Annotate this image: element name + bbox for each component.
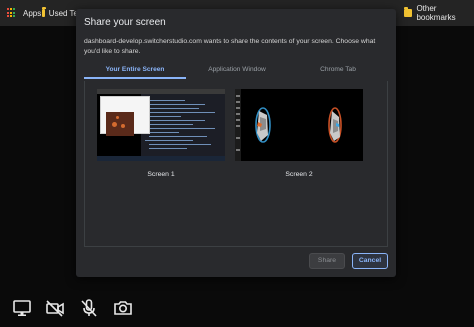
tab-label: Chrome Tab (320, 66, 356, 73)
screen-2-thumbnail (235, 89, 363, 161)
screen-1-label: Screen 1 (147, 171, 175, 178)
share-screen-dialog: Share your screen dashboard-develop.swit… (76, 9, 396, 277)
folder-icon (404, 7, 413, 17)
screen-1-thumbnail (97, 89, 225, 161)
tab-application-window[interactable]: Application Window (186, 65, 288, 79)
folder-icon (42, 7, 46, 17)
dialog-title: Share your screen (84, 17, 166, 28)
tab-chrome-tab[interactable]: Chrome Tab (288, 65, 388, 79)
bookmark-apps[interactable]: Apps (7, 6, 41, 20)
bookmark-used[interactable]: Used Te (42, 6, 78, 20)
share-button[interactable]: Share (309, 253, 345, 269)
bookmark-apps-label: Apps (23, 8, 42, 18)
tab-label: Your Entire Screen (105, 66, 165, 73)
tab-entire-screen[interactable]: Your Entire Screen (84, 65, 186, 79)
snapshot-camera-icon[interactable] (113, 298, 133, 318)
source-tabs: Your Entire Screen Application Window Ch… (84, 65, 388, 79)
cancel-button[interactable]: Cancel (352, 253, 388, 269)
bookmark-used-label: Used Te (48, 8, 78, 18)
dialog-description: dashboard-develop.switcherstudio.com wan… (84, 38, 376, 55)
microphone-off-icon[interactable] (79, 298, 99, 318)
tab-label: Application Window (208, 66, 266, 73)
source-list: Screen 1 Screen 2 (84, 81, 388, 247)
apps-grid-icon (7, 8, 17, 18)
bookmark-other[interactable]: Other bookmarks (404, 4, 474, 22)
camera-off-icon[interactable] (45, 298, 65, 318)
monitor-icon[interactable] (12, 298, 32, 318)
screen-2-label: Screen 2 (285, 171, 313, 178)
screen-2-content (255, 107, 342, 143)
bookmark-other-label: Other bookmarks (416, 4, 456, 22)
active-tab-indicator (84, 77, 186, 79)
media-toolbar (0, 292, 474, 327)
